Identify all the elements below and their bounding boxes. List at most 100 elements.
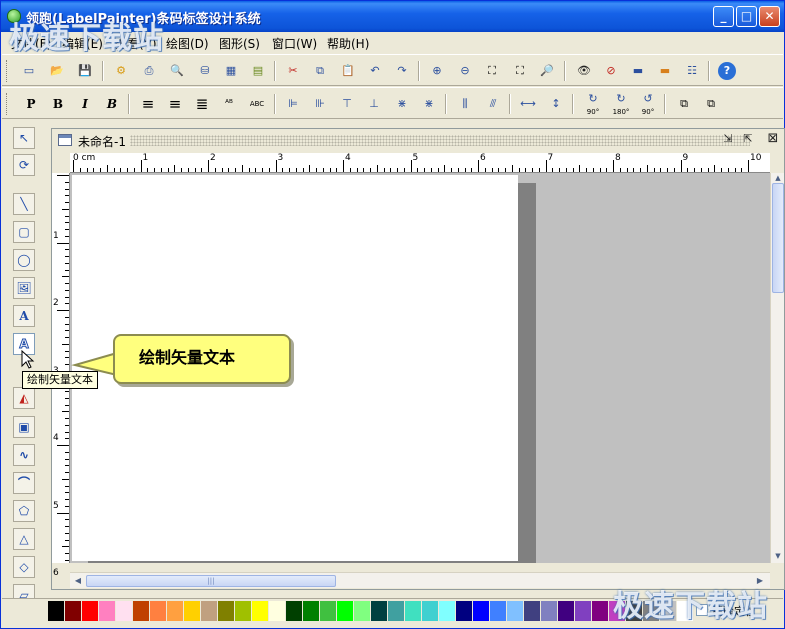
precise-position-checkbox[interactable] [696, 604, 708, 616]
color-swatch[interactable] [269, 601, 285, 621]
undo-icon[interactable]: ↶ [364, 60, 386, 82]
curve-tool-icon[interactable]: ∿ [13, 444, 35, 466]
color-swatch[interactable] [354, 601, 370, 621]
zoom-out-icon[interactable]: ⊖ [454, 60, 476, 82]
menu-help[interactable]: 帮助(H) [327, 35, 369, 52]
align-objects-right-icon[interactable]: ⊪ [309, 93, 331, 115]
align-center-icon[interactable]: ≡ [164, 93, 186, 115]
center-horizontal-icon[interactable]: ⋇ [418, 93, 440, 115]
color-swatch[interactable] [48, 601, 64, 621]
arc-tool-icon[interactable]: ⌒ [13, 472, 35, 494]
help-icon[interactable]: ? [718, 62, 736, 80]
color-swatch[interactable] [439, 601, 455, 621]
properties-icon[interactable]: ☷ [681, 60, 703, 82]
color-swatch[interactable] [575, 601, 591, 621]
print-preview-icon[interactable]: 🔍 [166, 60, 188, 82]
color-swatch[interactable] [592, 601, 608, 621]
copy-icon[interactable]: ⧉ [309, 60, 331, 82]
color-swatch[interactable] [65, 601, 81, 621]
doc-restore-icon[interactable]: ⇱ [740, 132, 756, 148]
color-swatch[interactable] [473, 601, 489, 621]
same-width-icon[interactable]: ⟷ [517, 93, 539, 115]
rotate-180-icon[interactable]: ↻ 180° [610, 93, 632, 117]
lock-icon[interactable]: ▬ [627, 60, 649, 82]
scroll-down-icon[interactable]: ▼ [772, 551, 784, 561]
vertical-scroll-thumb[interactable] [772, 183, 784, 293]
rotate-270-icon[interactable]: ↺ 90° [637, 93, 659, 117]
triangle-tool-icon[interactable]: △ [13, 528, 35, 550]
menu-shape[interactable]: 图形(S) [219, 35, 260, 52]
color-swatch[interactable] [558, 601, 574, 621]
align-objects-bottom-icon[interactable]: ⊥ [363, 93, 385, 115]
color-swatch[interactable] [184, 601, 200, 621]
horizontal-scroll-thumb[interactable]: ||| [86, 575, 336, 587]
color-swatch[interactable] [303, 601, 319, 621]
send-back-icon[interactable]: ⧉ [700, 93, 722, 115]
color-swatch[interactable] [133, 601, 149, 621]
char-spacing-icon[interactable]: ᴬᴮ [218, 93, 240, 115]
color-swatch[interactable] [371, 601, 387, 621]
scroll-left-icon[interactable]: ◀ [72, 575, 84, 587]
scroll-up-icon[interactable]: ▲ [772, 173, 784, 183]
color-swatch[interactable] [677, 601, 693, 621]
color-swatch[interactable] [99, 601, 115, 621]
same-height-icon[interactable]: ↕ [545, 93, 567, 115]
uppercase-icon[interactable]: ABC [246, 93, 268, 115]
vertical-scrollbar[interactable]: ▲ ▼ [770, 173, 784, 563]
diamond-tool-icon[interactable]: ◇ [13, 556, 35, 578]
distribute-v-icon[interactable]: ⫻ [482, 93, 504, 115]
color-swatch[interactable] [626, 601, 642, 621]
color-swatch[interactable] [235, 601, 251, 621]
color-swatch[interactable] [422, 601, 438, 621]
document-title-bar[interactable]: 未命名-1 ⇲ ⇱ ⊠ [52, 129, 784, 151]
grid-icon[interactable]: ▦ [220, 60, 242, 82]
color-swatch[interactable] [167, 601, 183, 621]
color-swatch[interactable] [524, 601, 540, 621]
align-objects-top-icon[interactable]: ⊤ [336, 93, 358, 115]
hide-icon[interactable]: ⊘ [600, 60, 622, 82]
unlock-icon[interactable]: ▬ [654, 60, 676, 82]
bring-front-icon[interactable]: ⧉ [673, 93, 695, 115]
print-icon[interactable]: ⎙ [138, 60, 160, 82]
menu-window[interactable]: 窗口(W) [272, 35, 317, 52]
align-justify-icon[interactable]: ≣ [191, 93, 213, 115]
cut-icon[interactable]: ✂ [282, 60, 304, 82]
color-swatch[interactable] [320, 601, 336, 621]
maximize-button[interactable]: □ [736, 6, 757, 27]
polygon-tool-icon[interactable]: ⬠ [13, 500, 35, 522]
menu-draw[interactable]: 绘图(D) [166, 35, 209, 52]
color-swatch[interactable] [252, 601, 268, 621]
align-objects-left-icon[interactable]: ⊫ [282, 93, 304, 115]
zoom-custom-icon[interactable]: 🔎 [536, 60, 558, 82]
color-swatch[interactable] [541, 601, 557, 621]
color-swatch[interactable] [337, 601, 353, 621]
doc-minimize-icon[interactable]: ⇲ [720, 132, 736, 148]
distribute-h-icon[interactable]: ⫼ [454, 93, 476, 115]
color-swatch[interactable] [490, 601, 506, 621]
close-button[interactable]: ✕ [759, 6, 780, 27]
zoom-fit-icon[interactable]: ⛶ [481, 60, 503, 82]
minimize-button[interactable]: _ [713, 6, 734, 27]
color-swatch[interactable] [388, 601, 404, 621]
color-swatch[interactable] [150, 601, 166, 621]
color-swatch[interactable] [660, 601, 676, 621]
redo-icon[interactable]: ↷ [391, 60, 413, 82]
color-swatch[interactable] [405, 601, 421, 621]
paste-icon[interactable]: 📋 [337, 60, 359, 82]
zoom-in-icon[interactable]: ⊕ [426, 60, 448, 82]
color-swatch[interactable] [643, 601, 659, 621]
scroll-right-icon[interactable]: ▶ [754, 575, 766, 587]
color-swatch[interactable] [286, 601, 302, 621]
color-swatch[interactable] [201, 601, 217, 621]
color-swatch[interactable] [116, 601, 132, 621]
database-icon[interactable]: ⛁ [194, 60, 216, 82]
doc-close-icon[interactable]: ⊠ [765, 132, 781, 148]
rotate-90-icon[interactable]: ↻ 90° [582, 93, 604, 117]
zoom-page-icon[interactable]: ⛶ [509, 60, 531, 82]
color-swatch[interactable] [82, 601, 98, 621]
color-swatch[interactable] [218, 601, 234, 621]
align-left-icon[interactable]: ≡ [137, 93, 159, 115]
view-icon[interactable]: 👁 [573, 60, 595, 82]
color-swatch[interactable] [507, 601, 523, 621]
color-swatch[interactable] [609, 601, 625, 621]
